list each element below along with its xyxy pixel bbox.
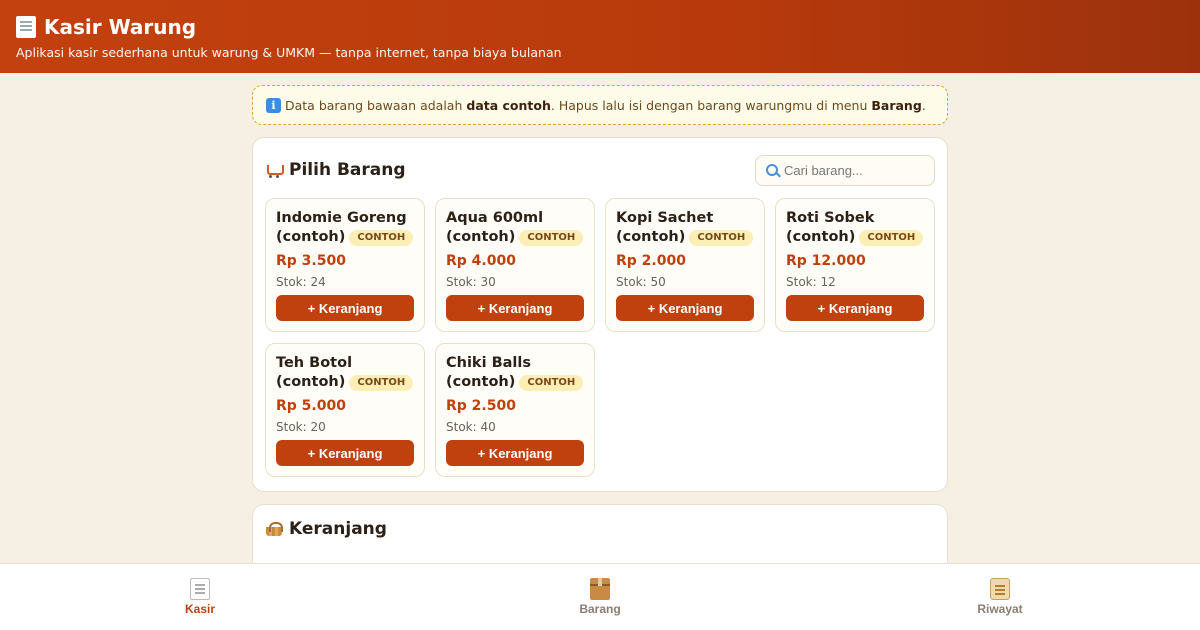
section-title-text: Pilih Barang bbox=[289, 160, 406, 180]
product-name: Aqua 600ml (contoh) CONTOH bbox=[446, 209, 584, 247]
products-section: Pilih Barang Indomie Goreng (contoh)CONT… bbox=[252, 137, 948, 492]
info-icon: i bbox=[266, 97, 281, 113]
product-price: Rp 4.000 bbox=[446, 253, 516, 269]
scroll-icon bbox=[990, 578, 1010, 600]
product-card: Roti Sobek (contoh) CONTOH Rp 12.000 Stok… bbox=[775, 198, 935, 332]
sample-badge: CONTOH bbox=[689, 230, 754, 246]
sample-badge: CONTOH bbox=[519, 230, 584, 246]
section-title-text: Keranjang bbox=[289, 519, 387, 539]
product-name: Indomie Goreng (contoh) CONTOH bbox=[276, 209, 414, 247]
bottom-nav: Kasir Barang Riwayat bbox=[0, 563, 1200, 630]
product-card: Aqua 600ml (contoh) CONTOH Rp 4.000 Stok:… bbox=[435, 198, 595, 332]
product-card: Chiki Balls (contoh) CONTOH Rp 2.500 Stok… bbox=[435, 343, 595, 477]
product-card: Teh Botol (contoh) CONTOH Rp 5.000 Stok: … bbox=[265, 343, 425, 477]
notice-text: . Hapus lalu isi dengan barang warungmu … bbox=[550, 97, 872, 113]
sample-badge: CONTOH bbox=[349, 230, 414, 246]
product-price: Rp 12.000 bbox=[786, 253, 866, 269]
app-title: Kasir Warung bbox=[16, 14, 1184, 40]
sample-data-notice: i Data barang bawaan adalah data contoh.… bbox=[252, 85, 948, 125]
product-card: Kopi Sachet (contoh) CONTOH Rp 2.000 Stok… bbox=[605, 198, 765, 332]
product-stock: Stok: 50 bbox=[616, 275, 666, 289]
receipt-icon bbox=[16, 16, 36, 38]
receipt-icon bbox=[190, 578, 210, 600]
product-stock: Stok: 12 bbox=[786, 275, 836, 289]
product-name: Roti Sobek (contoh) CONTOH bbox=[786, 209, 924, 247]
product-stock: Stok: 20 bbox=[276, 420, 326, 434]
main-content: i Data barang bawaan adalah data contoh.… bbox=[252, 73, 948, 584]
add-to-cart-button[interactable]: + Keranjang bbox=[616, 295, 754, 321]
notice-text: . bbox=[921, 97, 926, 113]
section-title: Pilih Barang bbox=[265, 160, 406, 180]
app-subtitle: Aplikasi kasir sederhana untuk warung & … bbox=[16, 45, 562, 60]
product-price: Rp 2.000 bbox=[616, 253, 686, 269]
product-price: Rp 5.000 bbox=[276, 398, 346, 414]
notice-text: Data barang bawaan adalah bbox=[285, 97, 467, 113]
shopping-cart-icon bbox=[265, 162, 284, 178]
sample-badge: CONTOH bbox=[859, 230, 924, 246]
box-icon bbox=[590, 578, 610, 600]
search-box[interactable] bbox=[755, 154, 935, 186]
product-price: Rp 3.500 bbox=[276, 253, 346, 269]
product-stock: Stok: 40 bbox=[446, 420, 496, 434]
sample-badge: CONTOH bbox=[519, 375, 584, 391]
add-to-cart-button[interactable]: + Keranjang bbox=[276, 295, 414, 321]
add-to-cart-button[interactable]: + Keranjang bbox=[276, 440, 414, 466]
nav-label: Kasir bbox=[184, 602, 216, 616]
product-stock: Stok: 30 bbox=[446, 275, 496, 289]
sample-badge: CONTOH bbox=[349, 375, 414, 391]
product-name: Teh Botol (contoh) CONTOH bbox=[276, 354, 414, 392]
product-name: Chiki Balls (contoh) CONTOH bbox=[446, 354, 584, 392]
app-header: Kasir Warung Aplikasi kasir sederhana un… bbox=[0, 0, 1200, 73]
add-to-cart-button[interactable]: + Keranjang bbox=[446, 440, 584, 466]
notice-bold-sample: data contoh bbox=[466, 97, 551, 113]
nav-item-riwayat[interactable]: Riwayat bbox=[800, 564, 1200, 630]
product-price: Rp 2.500 bbox=[446, 398, 516, 414]
app-title-text: Kasir Warung bbox=[44, 15, 197, 39]
add-to-cart-button[interactable]: + Keranjang bbox=[446, 295, 584, 321]
search-input[interactable] bbox=[784, 162, 924, 178]
product-card: Indomie Goreng (contoh) CONTOH Rp 3.500 S… bbox=[265, 198, 425, 332]
product-name: Kopi Sachet (contoh) CONTOH bbox=[616, 209, 754, 247]
nav-item-barang[interactable]: Barang bbox=[400, 564, 800, 630]
product-stock: Stok: 24 bbox=[276, 275, 326, 289]
section-title: Keranjang bbox=[265, 519, 935, 539]
basket-icon bbox=[265, 522, 283, 536]
nav-label: Riwayat bbox=[977, 602, 1023, 616]
product-grid: Indomie Goreng (contoh) CONTOH Rp 3.500 S… bbox=[265, 198, 935, 477]
add-to-cart-button[interactable]: + Keranjang bbox=[786, 295, 924, 321]
notice-bold-menu: Barang bbox=[871, 97, 922, 113]
nav-item-kasir[interactable]: Kasir bbox=[0, 564, 400, 630]
search-icon bbox=[766, 164, 778, 176]
nav-label: Barang bbox=[579, 602, 621, 616]
